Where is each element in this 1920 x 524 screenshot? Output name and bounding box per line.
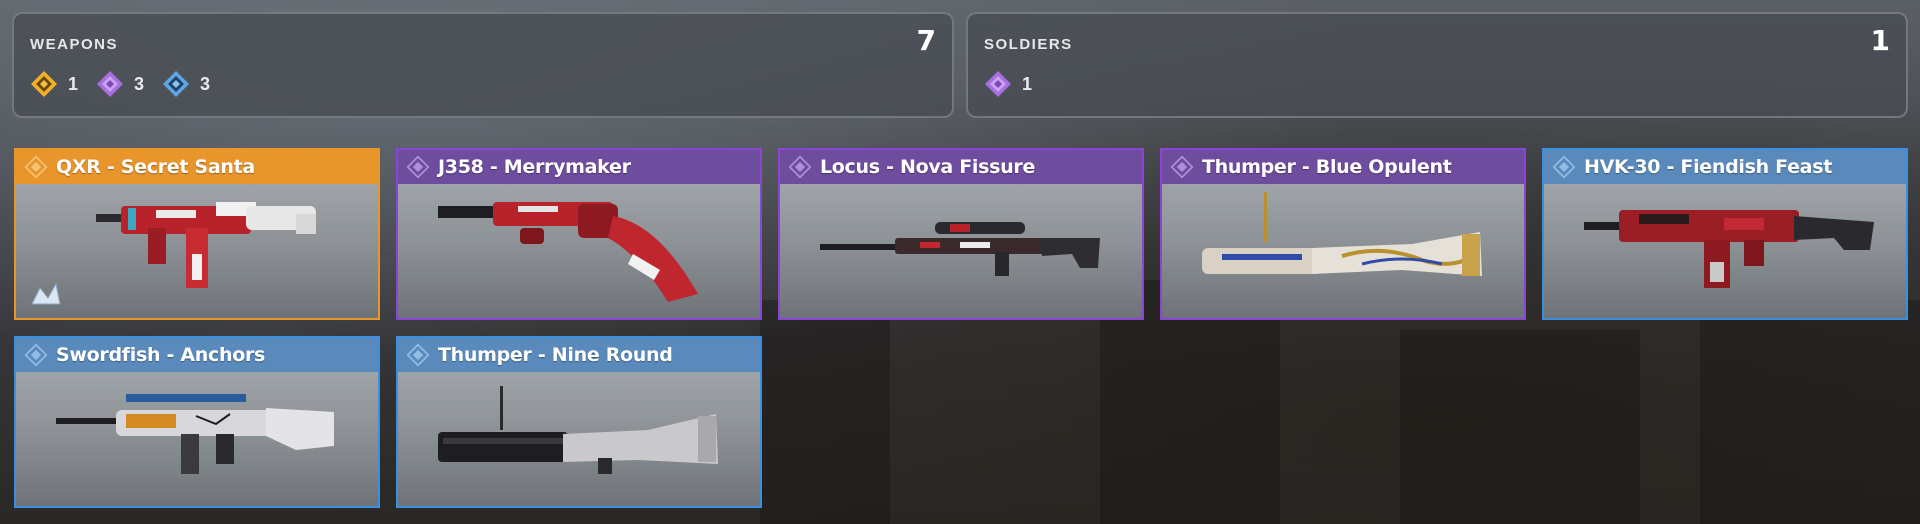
item-card[interactable]: Thumper - Nine Round — [396, 336, 762, 508]
item-title: QXR - Secret Santa — [56, 156, 255, 178]
item-card[interactable]: Thumper - Blue Opulent — [1160, 148, 1526, 320]
item-title: J358 - Merrymaker — [438, 156, 631, 178]
epic-gem-icon — [985, 71, 1011, 97]
background-building — [760, 300, 890, 524]
weapons-summary-title: WEAPONS — [30, 36, 119, 53]
revolver-icon — [438, 202, 698, 302]
charm-icon — [31, 282, 61, 305]
assault-rifle-icon — [1584, 210, 1874, 288]
background-building — [1700, 300, 1920, 524]
item-title: Locus - Nova Fissure — [820, 156, 1036, 178]
soldiers-epic-count: 1 — [984, 70, 1032, 98]
item-card[interactable]: QXR - Secret Santa — [14, 148, 380, 320]
bullpup-rifle-icon — [56, 394, 334, 474]
legendary-gem-icon — [31, 71, 57, 97]
epic-gem-icon — [788, 155, 812, 179]
item-card[interactable]: HVK-30 - Fiendish Feast — [1542, 148, 1908, 320]
weapons-epic-count: 3 — [96, 70, 144, 98]
legendary-gem-icon — [24, 155, 48, 179]
rare-gem-icon — [24, 343, 48, 367]
epic-gem-icon — [406, 155, 430, 179]
sniper-rifle-icon — [820, 222, 1100, 276]
smg-icon — [96, 202, 316, 288]
weapons-rare-count: 3 — [162, 70, 210, 98]
soldiers-total-count: 1 — [1870, 24, 1890, 57]
item-card[interactable]: J358 - Merrymaker — [396, 148, 762, 320]
item-title: Swordfish - Anchors — [56, 344, 266, 366]
item-card[interactable]: Locus - Nova Fissure — [778, 148, 1144, 320]
rare-gem-icon — [1552, 155, 1576, 179]
item-title: Thumper - Nine Round — [438, 344, 673, 366]
grenade-launcher-icon — [1202, 192, 1482, 276]
weapons-legendary-count: 1 — [30, 70, 78, 98]
epic-gem-icon — [97, 71, 124, 97]
background-building — [1400, 330, 1640, 524]
soldiers-summary-panel: SOLDIERS 1 1 — [966, 12, 1908, 118]
soldiers-summary-title: SOLDIERS — [984, 36, 1073, 53]
weapons-summary-panel: WEAPONS 7 1 3 3 — [12, 12, 954, 118]
rare-gem-icon — [163, 71, 190, 97]
grenade-launcher-icon — [438, 386, 718, 474]
item-title: Thumper - Blue Opulent — [1202, 156, 1452, 178]
rare-gem-icon — [406, 343, 430, 367]
item-card[interactable]: Swordfish - Anchors — [14, 336, 380, 508]
item-title: HVK-30 - Fiendish Feast — [1584, 156, 1832, 178]
epic-gem-icon — [1170, 155, 1194, 179]
weapons-total-count: 7 — [916, 24, 936, 57]
